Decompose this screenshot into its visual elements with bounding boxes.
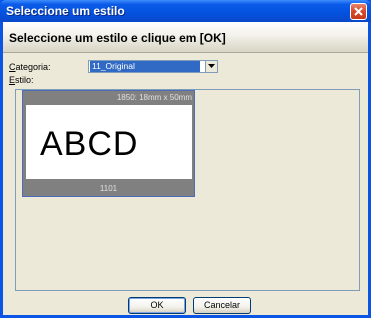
cancel-button[interactable]: Cancelar xyxy=(193,297,251,314)
style-item[interactable]: 1850: 18mm x 50mm ABCD 1101 xyxy=(22,90,195,197)
ok-button[interactable]: OK xyxy=(128,297,186,314)
style-label-rest: stilo: xyxy=(15,75,34,85)
style-list[interactable]: 1850: 18mm x 50mm ABCD 1101 xyxy=(15,89,360,291)
window-title: Seleccione um estilo xyxy=(6,4,125,18)
style-item-size: 1850: 18mm x 50mm xyxy=(116,93,192,102)
style-item-preview-text: ABCD xyxy=(40,125,139,163)
category-dropdown-button[interactable] xyxy=(205,61,217,72)
dialog-window: Seleccione um estilo Seleccione um estil… xyxy=(0,0,371,318)
category-label: Categoria: xyxy=(9,62,51,72)
style-label: Estilo: xyxy=(9,75,34,85)
category-label-rest: ategoria: xyxy=(15,62,51,72)
dialog-body: Seleccione um estilo e clique em [OK] Ca… xyxy=(3,22,368,315)
instruction-heading: Seleccione um estilo e clique em [OK] xyxy=(9,31,226,45)
style-item-preview: ABCD xyxy=(26,105,192,179)
header-band: Seleccione um estilo e clique em [OK] xyxy=(3,22,368,53)
style-item-id: 1101 xyxy=(99,184,118,193)
category-select[interactable]: 11_Original xyxy=(88,60,218,73)
close-button[interactable] xyxy=(350,3,367,20)
title-bar[interactable]: Seleccione um estilo xyxy=(0,0,371,22)
category-select-value: 11_Original xyxy=(90,61,200,72)
chevron-down-icon xyxy=(208,64,215,68)
close-icon xyxy=(354,7,363,16)
